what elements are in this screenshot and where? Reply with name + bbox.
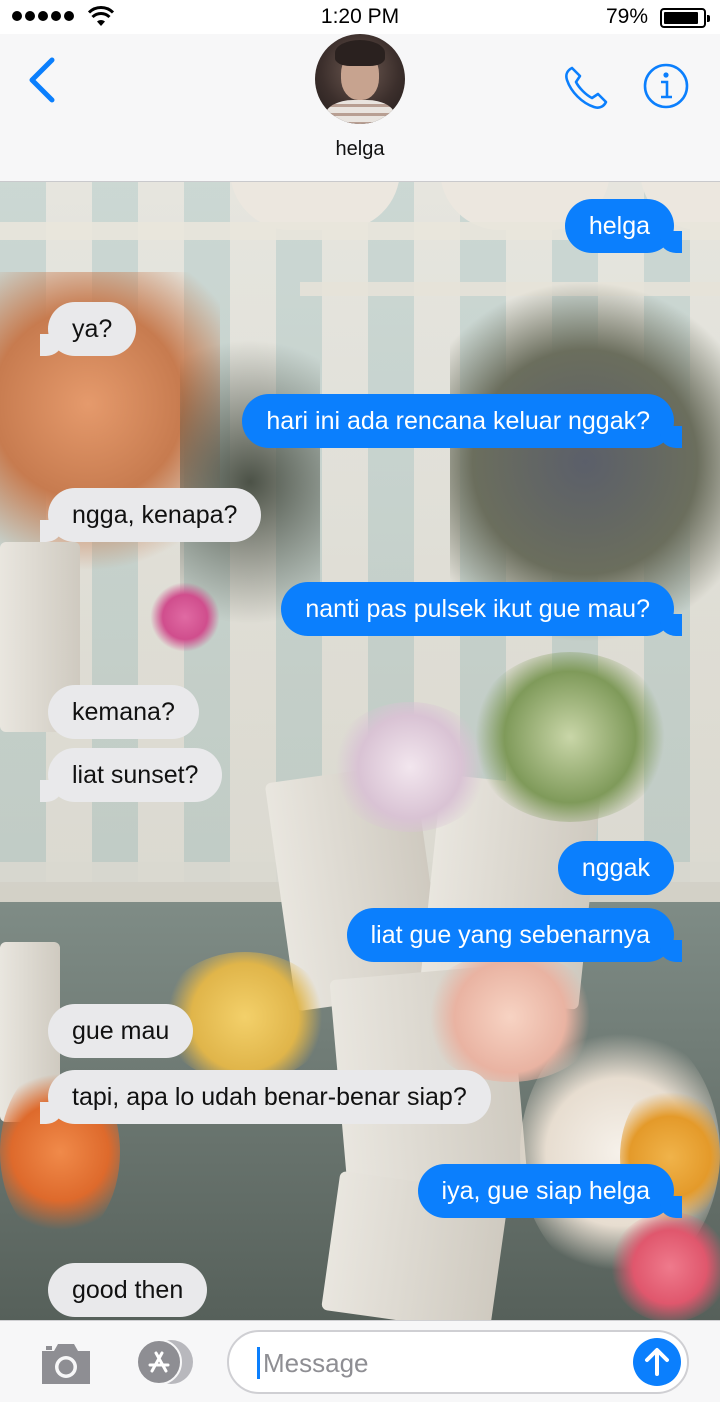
send-button[interactable] — [633, 1338, 681, 1386]
compose-bar — [0, 1320, 720, 1402]
message-bubble-incoming[interactable]: liat sunset? — [39, 748, 223, 802]
text-cursor — [257, 1347, 260, 1379]
battery-percentage: 79% — [605, 5, 648, 28]
message-thread[interactable]: helga ya? hari ini ada rencana keluar ng… — [0, 182, 720, 1320]
message-bubble-outgoing[interactable]: helga — [564, 199, 683, 253]
message-bubble-incoming[interactable]: kemana? — [48, 685, 199, 739]
app-store-button[interactable] — [131, 1338, 197, 1386]
message-bubble-incoming[interactable]: ngga, kenapa? — [39, 488, 262, 542]
message-bubble-incoming[interactable]: good then — [48, 1263, 208, 1317]
battery-icon — [660, 8, 710, 28]
message-bubble-outgoing[interactable]: iya, gue siap helga — [417, 1164, 683, 1218]
message-input[interactable] — [261, 1342, 625, 1384]
phone-call-icon[interactable] — [562, 64, 610, 112]
camera-icon[interactable] — [38, 1341, 94, 1387]
conversation-header: helga — [0, 34, 720, 182]
info-icon[interactable] — [642, 62, 690, 110]
contact-name[interactable]: helga — [0, 138, 720, 161]
message-bubble-incoming[interactable]: gue mau — [48, 1004, 194, 1058]
message-field[interactable] — [227, 1330, 689, 1394]
message-bubble-outgoing[interactable]: nggak — [557, 841, 674, 895]
app-store-icon — [136, 1339, 193, 1385]
message-bubble-incoming[interactable]: ya? — [39, 302, 137, 356]
contact-avatar[interactable] — [315, 34, 405, 124]
arrow-up-icon — [645, 1348, 669, 1376]
message-bubble-outgoing[interactable]: liat gue yang sebenarnya — [346, 908, 683, 962]
back-chevron-icon[interactable] — [26, 56, 58, 104]
message-bubble-outgoing[interactable]: nanti pas pulsek ikut gue mau? — [281, 582, 682, 636]
message-bubble-incoming[interactable]: tapi, apa lo udah benar-benar siap? — [40, 1070, 491, 1124]
message-bubble-outgoing[interactable]: hari ini ada rencana keluar nggak? — [242, 394, 682, 448]
status-bar: 1:20 PM 79% — [0, 0, 720, 34]
